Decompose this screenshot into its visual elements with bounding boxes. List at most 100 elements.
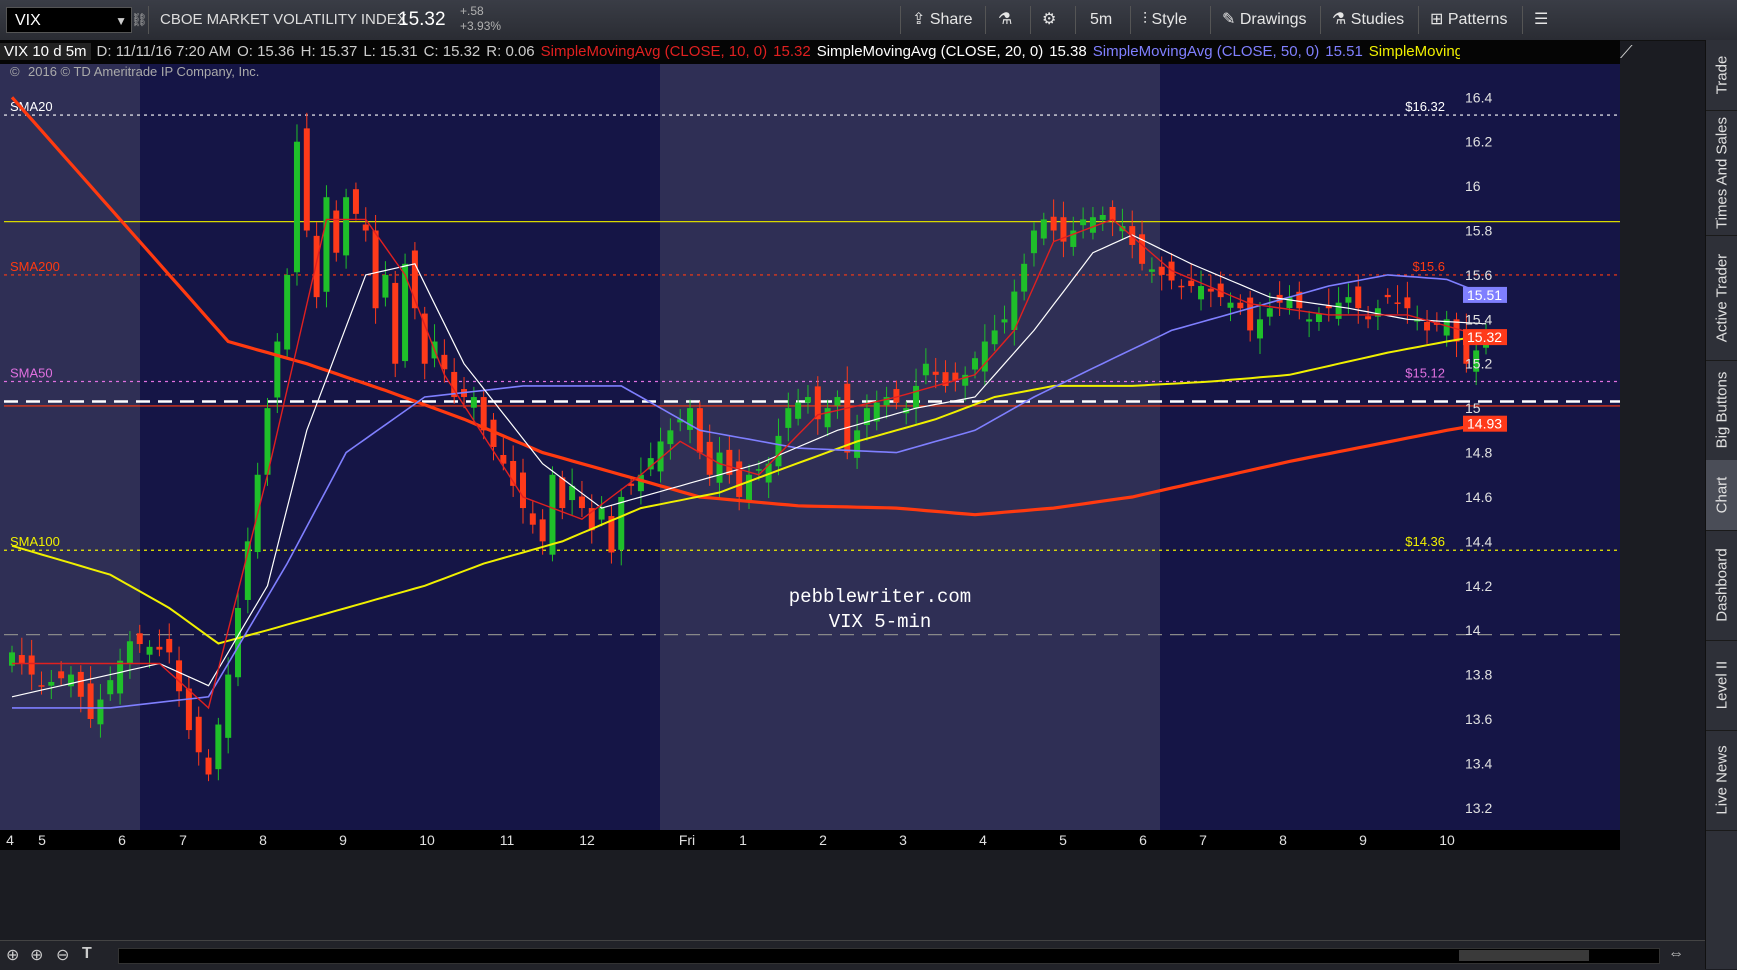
- resize-icon[interactable]: ⇔: [1668, 945, 1684, 963]
- candle-body: [18, 655, 25, 664]
- candle-body: [382, 274, 389, 298]
- zoom-in-icon[interactable]: ⊕: [30, 945, 43, 965]
- link-icon[interactable]: ⛓: [131, 0, 148, 40]
- drawings-button[interactable]: ✎ Drawings: [1222, 0, 1307, 40]
- copyright-text: 2016 © TD Ameritrade IP Company, Inc.: [28, 64, 259, 79]
- candle-body: [392, 282, 399, 364]
- x-tick-label: 2: [819, 832, 827, 848]
- x-tick-label: 6: [118, 832, 126, 848]
- patterns-label: Patterns: [1447, 11, 1508, 28]
- candle-body: [48, 681, 55, 686]
- trend-icon[interactable]: ⟋: [1620, 42, 1633, 62]
- x-tick-label: 7: [179, 832, 187, 848]
- scrollbar-thumb[interactable]: [1459, 950, 1589, 961]
- candle-body: [352, 189, 359, 214]
- y-tick-label: 13.4: [1465, 755, 1492, 771]
- candle-body: [1355, 286, 1362, 309]
- candle-body: [215, 724, 222, 770]
- candle-body: [804, 397, 811, 403]
- zoom-out-icon[interactable]: ⊖: [56, 945, 69, 965]
- level-value: $15.6: [1412, 259, 1445, 274]
- y-tick-label: 13.2: [1465, 800, 1492, 816]
- timeframe-button[interactable]: 5m: [1090, 0, 1112, 40]
- tab-times-and-sales[interactable]: Times And Sales: [1706, 110, 1737, 236]
- candle-body: [1424, 321, 1431, 331]
- y-tick-label: 13.6: [1465, 711, 1492, 727]
- y-tick-label: 14.4: [1465, 533, 1492, 549]
- tab-big-buttons-label: Big Buttons: [1713, 371, 1731, 449]
- studies-label: Studies: [1350, 11, 1405, 28]
- candle-body: [1335, 302, 1342, 319]
- tab-chart[interactable]: Chart: [1706, 460, 1737, 531]
- candle-body: [117, 660, 124, 694]
- candle-body: [667, 430, 674, 445]
- candle-body: [618, 496, 625, 550]
- last-price: 15.32: [398, 9, 446, 30]
- chevron-down-icon[interactable]: ▼: [115, 8, 127, 34]
- candle-body: [87, 683, 94, 719]
- tab-level-ii-label: Level II: [1713, 660, 1731, 710]
- candle-body: [785, 408, 792, 428]
- y-tick-label: 15.4: [1465, 311, 1492, 327]
- candle-body: [1345, 297, 1352, 303]
- candle-body: [1030, 230, 1037, 254]
- x-tick-label: 7: [1199, 832, 1207, 848]
- y-tick-label: 15.6: [1465, 267, 1492, 283]
- candle-body: [1207, 288, 1214, 292]
- candle-body: [775, 435, 782, 467]
- text-tool-icon[interactable]: T: [82, 945, 92, 963]
- patterns-button[interactable]: ⊞ Patterns: [1430, 0, 1507, 40]
- gear-icon[interactable]: ⚙: [1042, 0, 1056, 40]
- candle-body: [1109, 206, 1116, 221]
- x-tick-label: 4: [979, 832, 987, 848]
- menu-icon[interactable]: ☰: [1534, 0, 1548, 40]
- tab-level-ii[interactable]: Level II: [1706, 640, 1737, 731]
- drawings-label: Drawings: [1239, 11, 1307, 28]
- share-button[interactable]: ⇪ Share: [912, 0, 973, 40]
- candle-body: [932, 371, 939, 375]
- candle-body: [755, 469, 762, 471]
- candle-body: [225, 674, 232, 738]
- candle-body: [333, 210, 340, 253]
- horizontal-scrollbar[interactable]: [118, 948, 1660, 964]
- candle-body: [922, 363, 929, 376]
- candle-body: [77, 671, 84, 697]
- candle-body: [1040, 219, 1047, 239]
- candle-body: [1001, 319, 1008, 323]
- candle-body: [539, 519, 546, 542]
- symbol-selector[interactable]: VIX ▼: [6, 7, 132, 33]
- price-badge-label: 15.32: [1467, 329, 1502, 345]
- tab-dashboard-label: Dashboard: [1713, 548, 1731, 622]
- price-badge-label: 15.51: [1467, 287, 1502, 303]
- session-band: [660, 64, 1160, 830]
- candle-body: [834, 397, 841, 406]
- candle-body: [362, 224, 369, 231]
- y-tick-label: 14.2: [1465, 578, 1492, 594]
- axis-corner: [1460, 40, 1620, 64]
- style-button[interactable]: ⫶ Style: [1143, 0, 1187, 40]
- tab-dashboard[interactable]: Dashboard: [1706, 530, 1737, 641]
- tab-active-trader[interactable]: Active Trader: [1706, 235, 1737, 361]
- index-name: CBOE MARKET VOLATILITY INDEX: [160, 11, 407, 28]
- flask-icon[interactable]: ⚗: [998, 0, 1012, 40]
- studies-button[interactable]: ⚗ Studies: [1332, 0, 1404, 40]
- candle-body: [28, 655, 35, 675]
- candle-body: [1158, 266, 1165, 275]
- x-tick-label: 10: [419, 832, 435, 848]
- candle-body: [972, 358, 979, 370]
- level-value: $15.12: [1405, 366, 1445, 381]
- zoom-fit-icon[interactable]: ⊕: [6, 945, 19, 965]
- tab-big-buttons[interactable]: Big Buttons: [1706, 360, 1737, 461]
- price-chart[interactable]: SMA20 $16.32SMA200 $15.6SMA50 $15.12SMA100 $…: [0, 40, 1705, 940]
- copyright-icon: ©: [10, 64, 20, 79]
- candle-body: [126, 641, 133, 664]
- candle-body: [274, 341, 281, 398]
- candle-body: [441, 354, 448, 370]
- candle-body: [1365, 316, 1372, 320]
- tab-live-news[interactable]: Live News: [1706, 730, 1737, 831]
- candle-body: [313, 235, 320, 298]
- watermark-line-2: VIX 5-min: [829, 611, 932, 633]
- tab-active-trader-label: Active Trader: [1713, 253, 1731, 342]
- tab-trade[interactable]: Trade: [1706, 40, 1737, 111]
- y-tick-label: 15.8: [1465, 223, 1492, 239]
